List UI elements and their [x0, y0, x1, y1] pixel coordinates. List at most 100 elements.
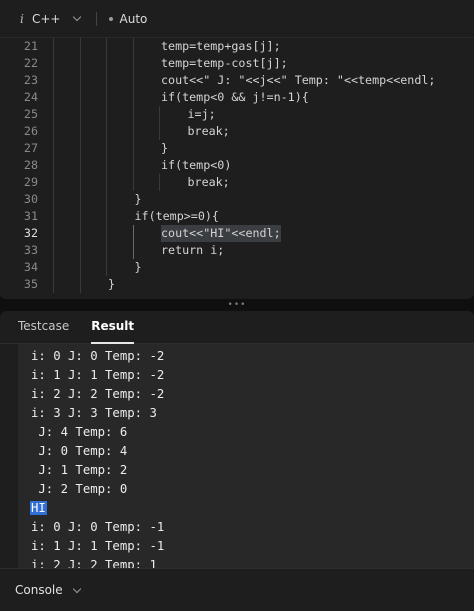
indent-guide	[79, 157, 81, 174]
indent-guide	[79, 72, 81, 89]
indent-guide	[132, 38, 134, 55]
output-line: i: 1 J: 1 Temp: -2	[31, 368, 165, 382]
chevron-down-icon	[72, 584, 81, 593]
auto-mode-button[interactable]: Auto	[108, 11, 148, 26]
code-text: }	[108, 277, 116, 291]
indent-guide	[53, 106, 54, 123]
code-line[interactable]: 28 if(temp<0)	[0, 157, 474, 174]
code-line[interactable]: 34}	[0, 259, 474, 276]
code-line[interactable]: 21 temp=temp+gas[j];	[0, 38, 474, 55]
indent-guide	[53, 276, 54, 293]
indent-guide	[79, 259, 81, 276]
code-text: temp=temp+gas[j];	[161, 39, 281, 53]
code-line[interactable]: 25 i=j;	[0, 106, 474, 123]
code-line[interactable]: 31 if(temp>=0){	[0, 208, 474, 225]
output-line: i: 2 J: 2 Temp: 1	[31, 558, 157, 568]
indent-guide	[79, 140, 81, 157]
code-line[interactable]: 23 cout<<" J: "<<j<<" Temp: "<<temp<<endl…	[0, 72, 474, 89]
indent-guide	[106, 174, 107, 191]
output-line: HI	[18, 499, 474, 518]
panel-resize-handle[interactable]: •••	[0, 299, 474, 311]
output-line: i: 1 J: 1 Temp: -1	[31, 539, 165, 553]
indent-guide	[106, 38, 107, 55]
console-toggle[interactable]: Console	[0, 568, 474, 611]
line-number: 23	[23, 73, 38, 87]
tab-result[interactable]: Result	[91, 311, 134, 344]
auto-mode-label: Auto	[119, 11, 148, 26]
indent-guide	[159, 123, 160, 140]
code-line[interactable]: 22 temp=temp-cost[j];	[0, 55, 474, 72]
indent-guide	[79, 191, 81, 208]
code-line[interactable]: 33 return i;	[0, 242, 474, 259]
line-number: 30	[23, 192, 38, 206]
indent-guide	[106, 89, 107, 106]
line-number: 33	[23, 243, 38, 257]
code-text: i=j;	[187, 107, 216, 121]
code-line[interactable]: 32 cout<<"HI"<<endl;	[0, 225, 474, 242]
code-line[interactable]: 35}	[0, 276, 474, 293]
indent-guide	[79, 55, 81, 72]
indent-guide	[106, 191, 107, 208]
indent-guide	[106, 242, 107, 259]
line-number: 28	[23, 158, 38, 172]
indent-guide	[106, 55, 107, 72]
line-number: 21	[23, 39, 38, 53]
code-text: cout<<" J: "<<j<<" Temp: "<<temp<<endl;	[161, 73, 436, 87]
line-number: 35	[23, 277, 38, 291]
selected-text: HI	[30, 501, 47, 515]
code-line[interactable]: 29 break;	[0, 174, 474, 191]
indent-guide	[79, 242, 81, 259]
indent-guide	[132, 72, 134, 89]
output-line: i: 0 J: 0 Temp: -2	[31, 349, 165, 363]
indent-guide	[159, 174, 160, 191]
code-text: if(temp<0)	[161, 158, 232, 172]
line-number: 32	[23, 226, 38, 240]
indent-guide	[106, 259, 107, 276]
indent-guide	[79, 208, 81, 225]
indent-guide	[106, 208, 107, 225]
indent-guide	[53, 72, 54, 89]
indent-guide	[53, 38, 54, 55]
line-number: 24	[23, 90, 38, 104]
grip-icon: •••	[227, 300, 247, 310]
code-line[interactable]: 26 break;	[0, 123, 474, 140]
indent-guide	[79, 38, 81, 55]
line-number: 27	[23, 141, 38, 155]
indent-guide	[53, 55, 54, 72]
result-tabs: Testcase Result	[0, 311, 474, 344]
console-label: Console	[15, 583, 63, 597]
line-number: 29	[23, 175, 38, 189]
info-icon: i	[20, 11, 24, 26]
tab-testcase[interactable]: Testcase	[18, 311, 69, 344]
indent-guide	[132, 225, 134, 242]
stdout-output[interactable]: i: 0 J: 0 Temp: -2 i: 1 J: 1 Temp: -2 i: 2…	[18, 344, 474, 568]
code-line[interactable]: 24 if(temp<0 && j!=n-1){	[0, 89, 474, 106]
line-number: 26	[23, 124, 38, 138]
indent-guide	[132, 140, 134, 157]
code-line[interactable]: 30}	[0, 191, 474, 208]
indent-guide	[53, 157, 54, 174]
indent-guide	[132, 89, 134, 106]
indent-guide	[106, 72, 107, 89]
language-selector[interactable]: i C++	[20, 11, 81, 26]
code-text: }	[134, 192, 142, 206]
indent-guide	[106, 157, 107, 174]
code-text: cout<<"HI"<<endl;	[161, 225, 281, 242]
code-text: }	[161, 141, 169, 155]
dot-icon	[108, 16, 113, 21]
output-line: J: 1 Temp: 2	[31, 463, 128, 477]
code-text: break;	[187, 124, 230, 138]
indent-guide	[53, 191, 54, 208]
indent-guide	[132, 106, 134, 123]
indent-guide	[79, 106, 81, 123]
indent-guide	[106, 225, 107, 242]
line-number: 34	[23, 260, 38, 274]
code-line[interactable]: 27}	[0, 140, 474, 157]
code-text: break;	[187, 175, 230, 189]
indent-guide	[53, 123, 54, 140]
code-area[interactable]: 21 temp=temp+gas[j]; 22 temp=temp-cost[j]; 2…	[0, 38, 474, 293]
indent-guide	[159, 106, 160, 123]
indent-guide	[106, 123, 107, 140]
code-editor[interactable]: i C++ Auto 21 temp=temp+gas[j]; 22 temp=tem…	[0, 0, 474, 299]
language-label: C++	[32, 11, 61, 26]
